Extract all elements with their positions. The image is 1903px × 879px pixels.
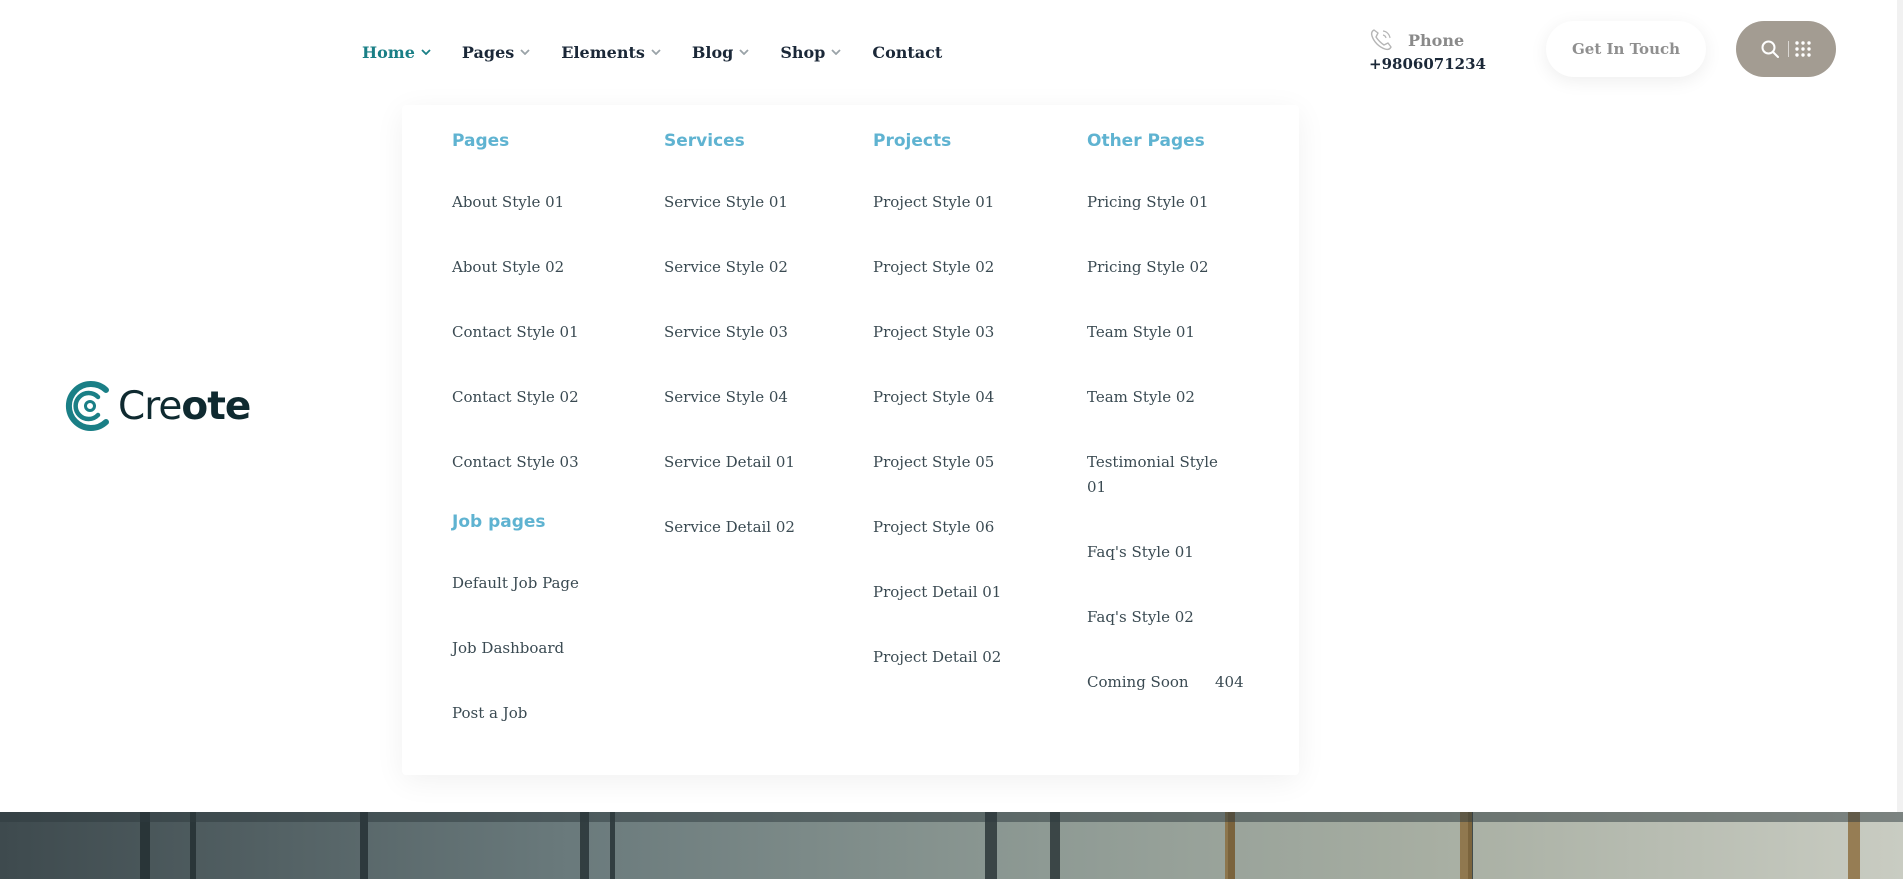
menu-link[interactable]: Project Detail 01 (873, 580, 1001, 605)
nav-label: Home (362, 42, 415, 62)
get-in-touch-button[interactable]: Get In Touch (1546, 21, 1706, 77)
hero-image (0, 812, 1903, 879)
menu-link[interactable]: Faq's Style 02 (1087, 605, 1194, 630)
menu-link[interactable]: Team Style 01 (1087, 320, 1195, 345)
hero-photo (0, 812, 1903, 879)
nav-item-blog[interactable]: Blog (692, 43, 749, 62)
menu-link[interactable]: About Style 01 (452, 190, 564, 215)
nav-label: Contact (872, 42, 943, 62)
menu-link[interactable]: Contact Style 02 (452, 385, 579, 410)
menu-link[interactable]: Service Detail 02 (664, 515, 795, 540)
menu-link[interactable]: Service Style 04 (664, 385, 788, 410)
nav-item-contact[interactable]: Contact (872, 43, 942, 62)
menu-link[interactable]: Project Style 02 (873, 255, 994, 280)
menu-link[interactable]: Service Style 02 (664, 255, 788, 280)
column-heading: Other Pages (1087, 131, 1205, 151)
nav-label: Blog (691, 42, 734, 62)
menu-link[interactable]: 404 (1215, 670, 1244, 695)
nav-item-shop[interactable]: Shop (780, 43, 841, 62)
menu-link[interactable]: Project Style 06 (873, 515, 994, 540)
menu-link[interactable]: Service Style 03 (664, 320, 788, 345)
menu-link[interactable]: Default Job Page (452, 571, 579, 596)
nav-item-pages[interactable]: Pages (462, 43, 530, 62)
phone-label: Phone (1408, 30, 1465, 50)
logo-wordmark: Creote (118, 383, 251, 429)
menu-link[interactable]: Service Detail 01 (664, 450, 795, 475)
menu-link[interactable]: Project Style 04 (873, 385, 994, 410)
nav-label: Pages (461, 42, 515, 62)
column-subheading: Job pages (452, 512, 546, 532)
menu-link[interactable]: Project Style 05 (873, 450, 994, 475)
logo-mark-icon (65, 381, 109, 431)
phone-icon (1370, 29, 1392, 51)
main-nav: Home Pages Elements Blog Shop Contact (362, 40, 942, 64)
menu-link[interactable]: About Style 02 (452, 255, 564, 280)
menu-link[interactable]: Job Dashboard (452, 636, 564, 661)
brand-logo[interactable]: Creote (62, 378, 251, 434)
menu-link[interactable]: Project Detail 02 (873, 645, 1001, 670)
mega-menu-dropdown: Pages About Style 01 About Style 02 Cont… (402, 105, 1299, 775)
divider (1788, 41, 1789, 57)
chevron-down-icon (421, 49, 431, 55)
menu-link[interactable]: Post a Job (452, 701, 527, 726)
menu-link[interactable]: Contact Style 03 (452, 450, 579, 475)
grid-menu-icon[interactable] (1794, 40, 1812, 58)
menu-link[interactable]: Pricing Style 01 (1087, 190, 1209, 215)
nav-label: Shop (780, 42, 826, 62)
nav-label: Elements (561, 42, 645, 62)
menu-link[interactable]: Pricing Style 02 (1087, 255, 1209, 280)
page-scrollbar[interactable] (1897, 0, 1903, 812)
menu-link[interactable]: Team Style 02 (1087, 385, 1195, 410)
menu-link[interactable]: Faq's Style 01 (1087, 540, 1194, 565)
chevron-down-icon (651, 49, 661, 55)
phone-contact[interactable]: Phone +9806071234 (1368, 27, 1486, 73)
menu-link[interactable]: Contact Style 01 (452, 320, 579, 345)
menu-link-continued[interactable]: 01 (1087, 475, 1106, 500)
nav-item-elements[interactable]: Elements (561, 43, 661, 62)
menu-link[interactable]: Coming Soon (1087, 670, 1189, 695)
menu-link[interactable]: Project Style 01 (873, 190, 994, 215)
menu-link[interactable]: Project Style 03 (873, 320, 994, 345)
chevron-down-icon (739, 49, 749, 55)
search-menu-button[interactable] (1736, 21, 1836, 77)
nav-item-home[interactable]: Home (362, 43, 431, 62)
menu-link[interactable]: Service Style 01 (664, 190, 788, 215)
search-icon[interactable] (1760, 39, 1780, 59)
chevron-down-icon (831, 49, 841, 55)
column-heading: Pages (452, 131, 510, 151)
column-heading: Projects (873, 131, 952, 151)
column-heading: Services (664, 131, 745, 151)
phone-number[interactable]: +9806071234 (1369, 55, 1486, 73)
menu-link[interactable]: Testimonial Style (1087, 450, 1218, 475)
chevron-down-icon (520, 49, 530, 55)
